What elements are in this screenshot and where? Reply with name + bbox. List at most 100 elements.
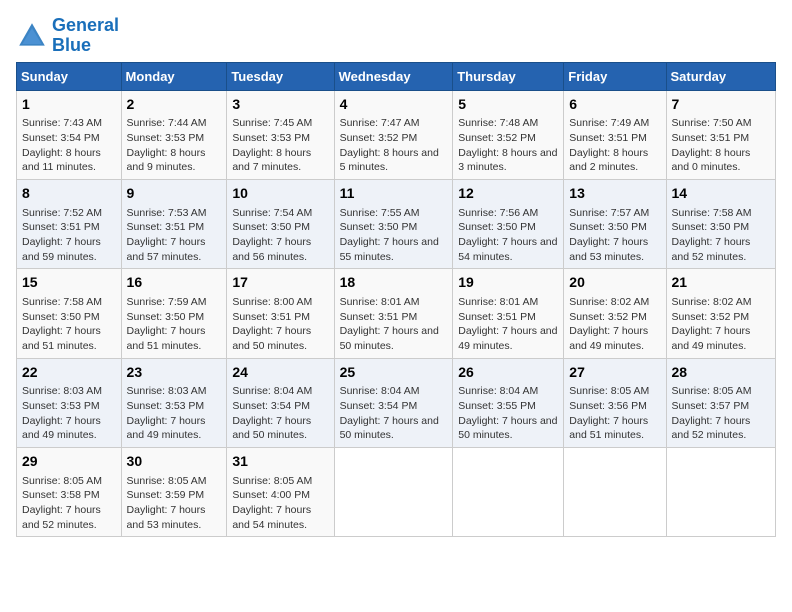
calendar-cell: 5Sunrise: 7:48 AMSunset: 3:52 PMDaylight… bbox=[453, 90, 564, 179]
day-details: Sunrise: 8:05 AMSunset: 4:00 PMDaylight:… bbox=[232, 474, 328, 533]
day-number: 12 bbox=[458, 184, 558, 204]
day-details: Sunrise: 7:44 AMSunset: 3:53 PMDaylight:… bbox=[127, 116, 222, 175]
day-number: 15 bbox=[22, 273, 116, 293]
day-number: 27 bbox=[569, 363, 660, 383]
day-details: Sunrise: 7:57 AMSunset: 3:50 PMDaylight:… bbox=[569, 206, 660, 265]
day-number: 6 bbox=[569, 95, 660, 115]
day-details: Sunrise: 7:56 AMSunset: 3:50 PMDaylight:… bbox=[458, 206, 558, 265]
day-details: Sunrise: 7:55 AMSunset: 3:50 PMDaylight:… bbox=[340, 206, 448, 265]
day-details: Sunrise: 8:05 AMSunset: 3:59 PMDaylight:… bbox=[127, 474, 222, 533]
calendar-cell: 7Sunrise: 7:50 AMSunset: 3:51 PMDaylight… bbox=[666, 90, 775, 179]
day-number: 26 bbox=[458, 363, 558, 383]
day-number: 1 bbox=[22, 95, 116, 115]
column-header-thursday: Thursday bbox=[453, 62, 564, 90]
day-number: 11 bbox=[340, 184, 448, 204]
day-details: Sunrise: 8:00 AMSunset: 3:51 PMDaylight:… bbox=[232, 295, 328, 354]
day-details: Sunrise: 7:45 AMSunset: 3:53 PMDaylight:… bbox=[232, 116, 328, 175]
calendar-header-row: SundayMondayTuesdayWednesdayThursdayFrid… bbox=[17, 62, 776, 90]
calendar-cell: 6Sunrise: 7:49 AMSunset: 3:51 PMDaylight… bbox=[564, 90, 666, 179]
calendar-cell: 20Sunrise: 8:02 AMSunset: 3:52 PMDayligh… bbox=[564, 269, 666, 358]
calendar-cell bbox=[564, 447, 666, 536]
calendar-week-row: 1Sunrise: 7:43 AMSunset: 3:54 PMDaylight… bbox=[17, 90, 776, 179]
logo-icon bbox=[16, 20, 48, 52]
calendar-cell: 10Sunrise: 7:54 AMSunset: 3:50 PMDayligh… bbox=[227, 179, 334, 268]
calendar-cell: 2Sunrise: 7:44 AMSunset: 3:53 PMDaylight… bbox=[121, 90, 227, 179]
day-number: 9 bbox=[127, 184, 222, 204]
day-number: 25 bbox=[340, 363, 448, 383]
header: General Blue bbox=[16, 16, 776, 56]
day-details: Sunrise: 8:05 AMSunset: 3:58 PMDaylight:… bbox=[22, 474, 116, 533]
day-details: Sunrise: 7:43 AMSunset: 3:54 PMDaylight:… bbox=[22, 116, 116, 175]
day-details: Sunrise: 7:49 AMSunset: 3:51 PMDaylight:… bbox=[569, 116, 660, 175]
column-header-monday: Monday bbox=[121, 62, 227, 90]
calendar-cell: 19Sunrise: 8:01 AMSunset: 3:51 PMDayligh… bbox=[453, 269, 564, 358]
calendar-cell: 12Sunrise: 7:56 AMSunset: 3:50 PMDayligh… bbox=[453, 179, 564, 268]
day-details: Sunrise: 8:02 AMSunset: 3:52 PMDaylight:… bbox=[569, 295, 660, 354]
calendar-cell: 27Sunrise: 8:05 AMSunset: 3:56 PMDayligh… bbox=[564, 358, 666, 447]
calendar-week-row: 22Sunrise: 8:03 AMSunset: 3:53 PMDayligh… bbox=[17, 358, 776, 447]
calendar-cell bbox=[453, 447, 564, 536]
day-details: Sunrise: 7:48 AMSunset: 3:52 PMDaylight:… bbox=[458, 116, 558, 175]
calendar-cell: 23Sunrise: 8:03 AMSunset: 3:53 PMDayligh… bbox=[121, 358, 227, 447]
calendar-cell: 1Sunrise: 7:43 AMSunset: 3:54 PMDaylight… bbox=[17, 90, 122, 179]
calendar-week-row: 8Sunrise: 7:52 AMSunset: 3:51 PMDaylight… bbox=[17, 179, 776, 268]
calendar-week-row: 29Sunrise: 8:05 AMSunset: 3:58 PMDayligh… bbox=[17, 447, 776, 536]
day-details: Sunrise: 8:03 AMSunset: 3:53 PMDaylight:… bbox=[127, 384, 222, 443]
day-details: Sunrise: 8:05 AMSunset: 3:56 PMDaylight:… bbox=[569, 384, 660, 443]
calendar-cell: 8Sunrise: 7:52 AMSunset: 3:51 PMDaylight… bbox=[17, 179, 122, 268]
day-number: 7 bbox=[672, 95, 770, 115]
logo: General Blue bbox=[16, 16, 119, 56]
day-details: Sunrise: 7:52 AMSunset: 3:51 PMDaylight:… bbox=[22, 206, 116, 265]
day-details: Sunrise: 7:53 AMSunset: 3:51 PMDaylight:… bbox=[127, 206, 222, 265]
day-number: 13 bbox=[569, 184, 660, 204]
calendar-cell: 26Sunrise: 8:04 AMSunset: 3:55 PMDayligh… bbox=[453, 358, 564, 447]
column-header-sunday: Sunday bbox=[17, 62, 122, 90]
calendar-cell: 14Sunrise: 7:58 AMSunset: 3:50 PMDayligh… bbox=[666, 179, 775, 268]
calendar-cell: 21Sunrise: 8:02 AMSunset: 3:52 PMDayligh… bbox=[666, 269, 775, 358]
day-number: 17 bbox=[232, 273, 328, 293]
calendar-cell: 4Sunrise: 7:47 AMSunset: 3:52 PMDaylight… bbox=[334, 90, 453, 179]
day-number: 14 bbox=[672, 184, 770, 204]
calendar-cell: 31Sunrise: 8:05 AMSunset: 4:00 PMDayligh… bbox=[227, 447, 334, 536]
calendar-cell: 11Sunrise: 7:55 AMSunset: 3:50 PMDayligh… bbox=[334, 179, 453, 268]
column-header-saturday: Saturday bbox=[666, 62, 775, 90]
day-details: Sunrise: 8:01 AMSunset: 3:51 PMDaylight:… bbox=[340, 295, 448, 354]
day-number: 31 bbox=[232, 452, 328, 472]
day-number: 2 bbox=[127, 95, 222, 115]
day-number: 4 bbox=[340, 95, 448, 115]
calendar-cell: 13Sunrise: 7:57 AMSunset: 3:50 PMDayligh… bbox=[564, 179, 666, 268]
day-number: 24 bbox=[232, 363, 328, 383]
column-header-wednesday: Wednesday bbox=[334, 62, 453, 90]
day-details: Sunrise: 7:54 AMSunset: 3:50 PMDaylight:… bbox=[232, 206, 328, 265]
day-number: 16 bbox=[127, 273, 222, 293]
calendar-table: SundayMondayTuesdayWednesdayThursdayFrid… bbox=[16, 62, 776, 538]
day-details: Sunrise: 8:01 AMSunset: 3:51 PMDaylight:… bbox=[458, 295, 558, 354]
day-details: Sunrise: 8:04 AMSunset: 3:54 PMDaylight:… bbox=[232, 384, 328, 443]
day-number: 10 bbox=[232, 184, 328, 204]
calendar-week-row: 15Sunrise: 7:58 AMSunset: 3:50 PMDayligh… bbox=[17, 269, 776, 358]
calendar-cell: 9Sunrise: 7:53 AMSunset: 3:51 PMDaylight… bbox=[121, 179, 227, 268]
day-details: Sunrise: 7:59 AMSunset: 3:50 PMDaylight:… bbox=[127, 295, 222, 354]
day-number: 3 bbox=[232, 95, 328, 115]
day-details: Sunrise: 8:05 AMSunset: 3:57 PMDaylight:… bbox=[672, 384, 770, 443]
calendar-cell: 25Sunrise: 8:04 AMSunset: 3:54 PMDayligh… bbox=[334, 358, 453, 447]
logo-text: General Blue bbox=[52, 16, 119, 56]
calendar-cell: 30Sunrise: 8:05 AMSunset: 3:59 PMDayligh… bbox=[121, 447, 227, 536]
day-number: 29 bbox=[22, 452, 116, 472]
day-details: Sunrise: 7:47 AMSunset: 3:52 PMDaylight:… bbox=[340, 116, 448, 175]
calendar-cell: 16Sunrise: 7:59 AMSunset: 3:50 PMDayligh… bbox=[121, 269, 227, 358]
calendar-cell: 29Sunrise: 8:05 AMSunset: 3:58 PMDayligh… bbox=[17, 447, 122, 536]
day-number: 23 bbox=[127, 363, 222, 383]
day-number: 30 bbox=[127, 452, 222, 472]
calendar-cell: 15Sunrise: 7:58 AMSunset: 3:50 PMDayligh… bbox=[17, 269, 122, 358]
day-details: Sunrise: 8:04 AMSunset: 3:55 PMDaylight:… bbox=[458, 384, 558, 443]
day-details: Sunrise: 8:03 AMSunset: 3:53 PMDaylight:… bbox=[22, 384, 116, 443]
column-header-friday: Friday bbox=[564, 62, 666, 90]
day-details: Sunrise: 7:50 AMSunset: 3:51 PMDaylight:… bbox=[672, 116, 770, 175]
day-number: 8 bbox=[22, 184, 116, 204]
calendar-cell: 3Sunrise: 7:45 AMSunset: 3:53 PMDaylight… bbox=[227, 90, 334, 179]
day-number: 28 bbox=[672, 363, 770, 383]
calendar-cell: 28Sunrise: 8:05 AMSunset: 3:57 PMDayligh… bbox=[666, 358, 775, 447]
day-details: Sunrise: 8:02 AMSunset: 3:52 PMDaylight:… bbox=[672, 295, 770, 354]
day-details: Sunrise: 8:04 AMSunset: 3:54 PMDaylight:… bbox=[340, 384, 448, 443]
